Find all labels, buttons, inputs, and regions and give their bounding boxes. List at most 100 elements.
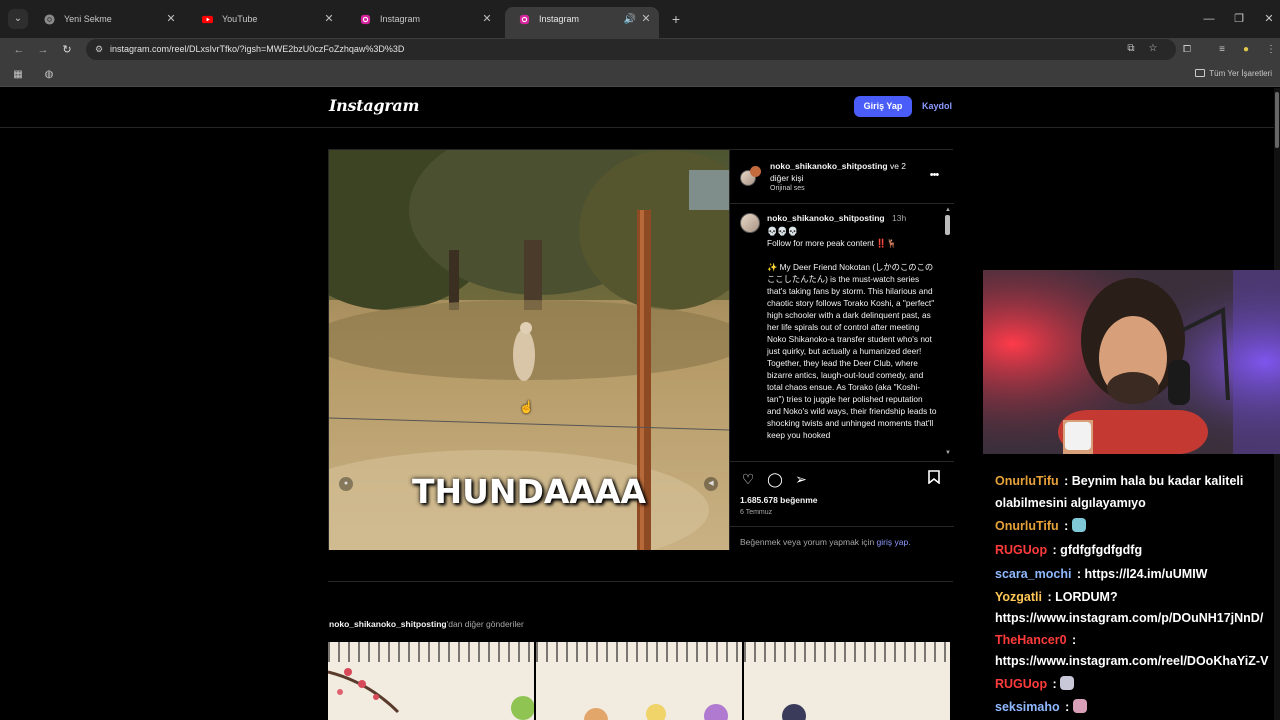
tab-title: Yeni Sekme [64, 14, 112, 24]
like-count[interactable]: 1.685.678 beğenme [740, 495, 818, 505]
comment-icon[interactable]: ◯ [766, 470, 784, 488]
caption-author[interactable]: noko_shikanoko_shitposting [767, 213, 885, 223]
post-author-line[interactable]: noko_shikanoko_shitposting ve 2 diğer ki… [770, 160, 920, 184]
restore-button[interactable]: ❐ [1228, 10, 1250, 28]
chat-message: OnurluTifu : [995, 516, 1280, 536]
more-posts-user[interactable]: noko_shikanoko_shitposting [329, 619, 447, 629]
post-thumbnail[interactable] [536, 642, 742, 720]
close-icon[interactable]: ✕ [164, 7, 178, 32]
reel-post: THUNDAAAA ☝ ● ◀ noko_shikanoko_shitposti… [328, 149, 954, 550]
site-info-icon[interactable]: ⚙ [92, 42, 106, 56]
close-icon[interactable]: ✕ [322, 7, 336, 32]
instagram-icon [519, 14, 530, 25]
menu-icon[interactable]: ⋮ [1262, 41, 1280, 59]
login-prompt-end: . [908, 537, 911, 547]
folder-icon [1195, 69, 1206, 77]
more-posts-heading: noko_shikanoko_shitposting'dan diğer gön… [329, 619, 524, 629]
chat-text: https://www.instagram.com/reel/DOoKhaYiZ… [995, 654, 1269, 668]
chat-username: OnurluTifu [995, 475, 1059, 488]
chat-message: olabilmesini algılayamıyo [995, 493, 1280, 513]
tab-search-button[interactable]: ⌄ [8, 9, 28, 29]
tab-instagram-active[interactable]: Instagram 🔊 ✕ [505, 7, 659, 38]
tab-title: Instagram [539, 14, 580, 24]
chat-message: TheHancer0 : [995, 630, 1280, 650]
signup-link[interactable]: Kaydol [922, 96, 952, 117]
chat-message: OnurluTifu : Beynim hala bu kadar kalite… [995, 475, 1280, 491]
caption-scroll-thumb[interactable] [945, 215, 950, 235]
all-bookmarks-button[interactable]: Tüm Yer İşaretleri [1195, 63, 1272, 85]
avatar-secondary[interactable] [750, 166, 761, 177]
post-date[interactable]: 6 Temmuz [740, 509, 772, 516]
streamer-webcam [983, 270, 1280, 454]
profile-icon[interactable]: ● [1237, 41, 1255, 59]
chat-text: : [1061, 700, 1073, 714]
tab-yeni-sekme[interactable]: Yeni Sekme ✕ [30, 7, 184, 32]
chat-emote-icon [1071, 518, 1086, 532]
section-divider [328, 581, 953, 582]
media-control-icon[interactable]: ≡ [1213, 41, 1231, 59]
login-prompt: Beğenmek veya yorum yapmak için giriş ya… [730, 526, 954, 547]
chat-username: RUGUop [995, 677, 1048, 691]
post-header: noko_shikanoko_shitposting ve 2 diğer ki… [730, 150, 954, 204]
scrollbar-thumb[interactable] [1275, 92, 1279, 148]
close-icon[interactable]: ✕ [639, 7, 653, 32]
chat-text: https://www.instagram.com/p/DOuNH17jNnD/ [995, 611, 1264, 625]
reel-video[interactable]: THUNDAAAA ☝ ● ◀ [329, 150, 729, 550]
webcam-frame [983, 270, 1280, 454]
chat-text: : [1060, 519, 1072, 533]
back-icon[interactable]: ← [10, 41, 28, 59]
chat-username: TheHancer0 [995, 633, 1067, 647]
audio-info-icon[interactable]: ● [339, 477, 353, 491]
more-posts-suffix: 'dan diğer gönderiler [446, 619, 524, 629]
thumbnail-art [584, 704, 728, 720]
forward-icon[interactable]: → [34, 41, 52, 59]
mute-toggle-icon[interactable]: ◀ [704, 477, 718, 491]
bookmark-icon [928, 470, 940, 485]
audio-label[interactable]: Orijinal ses [770, 185, 805, 192]
post-author[interactable]: noko_shikanoko_shitposting [770, 161, 888, 171]
address-bar[interactable]: ⚙ instagram.com/reel/DLxsIvrTfko/?igsh=M… [86, 39, 1176, 60]
more-options-icon[interactable]: ••• [926, 168, 942, 182]
reload-icon[interactable]: ↻ [58, 41, 76, 59]
login-prompt-link[interactable]: giriş yap [877, 537, 909, 547]
minimize-button[interactable]: — [1198, 10, 1220, 28]
chat-emote-icon [1072, 699, 1087, 713]
caption-area: noko_shikanoko_shitposting 13h 💀💀💀 Follo… [730, 205, 954, 460]
scroll-down-icon[interactable]: ▼ [945, 450, 951, 456]
post-thumbnail[interactable] [328, 642, 534, 720]
extensions-icon[interactable]: ⧠ [1178, 41, 1196, 59]
chat-message: scara_mochi : https://l24.im/uUMIW [995, 564, 1280, 584]
install-app-icon[interactable]: ⧉ [1123, 41, 1139, 57]
youtube-icon [202, 15, 213, 24]
chat-text: : [1068, 633, 1077, 647]
chat-username: scara_mochi [995, 567, 1072, 581]
chat-text: : gfdfgfgdfgdfg [1049, 543, 1143, 557]
instagram-icon [360, 14, 371, 25]
like-icon[interactable]: ♡ [739, 470, 757, 488]
chat-message: Yozgatli : LORDUM? [995, 587, 1280, 607]
tab-youtube[interactable]: YouTube ✕ [188, 7, 342, 32]
instagram-logo[interactable]: Instagram [329, 96, 419, 115]
url-text[interactable]: instagram.com/reel/DLxsIvrTfko/?igsh=MWE… [110, 39, 404, 60]
post-thumbnail[interactable] [744, 642, 950, 720]
caption-avatar[interactable] [740, 213, 760, 233]
login-button[interactable]: Giriş Yap [854, 96, 912, 117]
globe-icon[interactable]: ◍ [41, 67, 57, 83]
tab-title: Instagram [380, 14, 421, 24]
scroll-up-icon[interactable]: ▲ [945, 207, 951, 213]
apps-grid-icon[interactable]: ▦ [10, 67, 26, 83]
speaker-icon[interactable]: 🔊 [623, 7, 637, 32]
chat-text: : [1049, 677, 1061, 691]
bookmark-star-icon[interactable]: ☆ [1145, 41, 1161, 57]
close-window-button[interactable]: ✕ [1258, 10, 1280, 28]
browser-toolbar: ← → ↻ ⚙ instagram.com/reel/DLxsIvrTfko/?… [0, 38, 1280, 63]
share-icon[interactable]: ➢ [792, 470, 810, 488]
save-icon[interactable] [925, 470, 943, 488]
screen: ⌄ Yeni Sekme ✕ YouTube ✕ Instagram ✕ Ins… [0, 0, 1280, 720]
new-tab-button[interactable]: + [668, 10, 684, 28]
tab-instagram[interactable]: Instagram ✕ [346, 7, 500, 32]
caption-scrollbar[interactable]: ▲ ▼ [944, 205, 952, 460]
chat-message: RUGUop : gfdfgfgdfgdfg [995, 540, 1280, 560]
close-icon[interactable]: ✕ [480, 7, 494, 32]
chat-message: RUGUop : [995, 674, 1280, 694]
